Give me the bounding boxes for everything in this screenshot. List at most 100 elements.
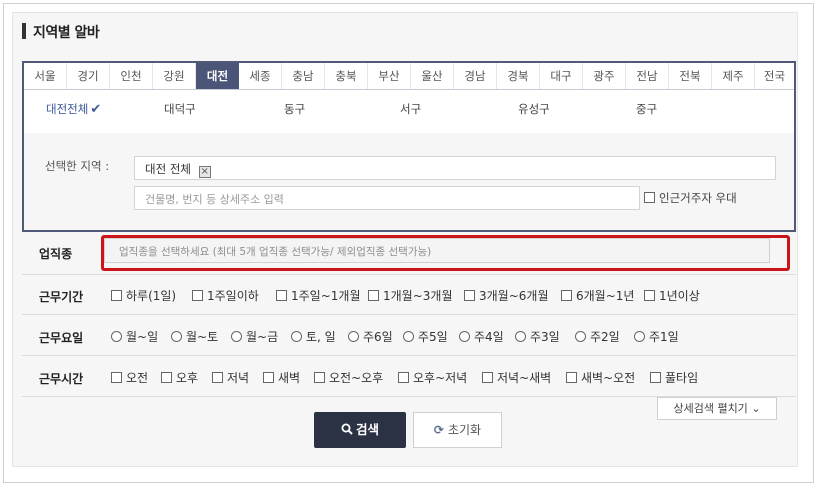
option-label: 월~토 [186,330,219,344]
radio-icon [634,331,645,342]
work-hours-option[interactable]: 저녁 [212,369,249,386]
work-days-option[interactable]: 주6일 [348,328,393,345]
work-period-option[interactable]: 1주일~1개월 [276,287,361,304]
checkbox-icon [650,372,661,383]
work-days-option[interactable]: 주4일 [459,328,504,345]
highlight-box [101,235,790,271]
work-hours-option[interactable]: 풀타임 [650,369,698,386]
tab-region[interactable]: 전남 [626,63,669,89]
work-days-option[interactable]: 주1일 [634,328,679,345]
tab-region[interactable]: 충북 [325,63,368,89]
refresh-icon: ⟳ [433,423,444,437]
option-label: 저녁 [227,371,250,385]
district-list: 대전전체 ✔ 대덕구 동구 서구 유성구 중구 [24,101,794,121]
work-days-option[interactable]: 주2일 [575,328,620,345]
work-days-option[interactable]: 월~일 [111,328,158,345]
checkbox-icon [276,290,287,301]
option-label: 풀타임 [665,371,699,385]
search-label: 검색 [355,422,379,437]
option-label: 주3일 [530,330,560,344]
work-hours-option[interactable]: 오전~오후 [314,369,383,386]
tab-region[interactable]: 경북 [497,63,540,89]
work-days-option[interactable]: 주3일 [515,328,560,345]
option-label: 월~일 [126,330,159,344]
work-period-option[interactable]: 하루(1일) [111,287,176,304]
work-hours-option[interactable]: 저녁~새벽 [482,369,551,386]
tab-region[interactable]: 부산 [368,63,411,89]
work-period-option[interactable]: 6개월~1년 [561,287,634,304]
district-item[interactable]: 동구 [284,101,305,117]
region-tabs: 서울 경기 인천 강원 대전 세종 충남 충북 부산 울산 경남 경북 대구 광… [24,63,794,90]
tab-region[interactable]: 경남 [454,63,497,89]
checkbox-icon [566,372,577,383]
work-hours-row: 근무시간 오전 오후 저녁 새벽 오전~오후 오후~저녁 저녁~새벽 새벽~오전… [22,356,796,397]
option-label: 주1일 [649,330,679,344]
remove-icon[interactable]: × [198,166,211,178]
tab-region[interactable]: 제주 [712,63,755,89]
checkbox-icon [161,372,172,383]
tab-region[interactable]: 서울 [24,63,67,89]
reset-label: 초기화 [447,423,482,437]
district-label: 대전전체 [46,102,89,116]
work-days-label: 근무요일 [39,331,84,345]
tab-region[interactable]: 충남 [282,63,325,89]
work-hours-option[interactable]: 새벽~오전 [566,369,635,386]
checkbox-icon [644,290,655,301]
work-period-option[interactable]: 1주일이하 [192,287,259,304]
checkbox-icon [561,290,572,301]
work-hours-option[interactable]: 오후~저녁 [398,369,467,386]
work-days-option[interactable]: 월~금 [231,328,278,345]
tab-region[interactable]: 강원 [153,63,196,89]
district-item[interactable]: 유성구 [518,101,550,117]
district-item[interactable]: 대덕구 [164,101,196,117]
checkbox-icon [398,372,409,383]
tab-region[interactable]: 세종 [239,63,282,89]
option-label: 1개월~3개월 [383,289,453,303]
selected-region-field: 대전 전체 × [134,156,776,180]
radio-icon [348,331,359,342]
checkbox-icon [212,372,223,383]
tab-region[interactable]: 경기 [67,63,110,89]
advanced-search-button[interactable]: 상세검색 펼치기 ⌄ [657,397,777,420]
nearby-resident-checkbox[interactable]: 인근거주자 우대 [644,190,737,206]
work-days-option[interactable]: 토, 일 [291,328,336,345]
tab-region[interactable]: 울산 [411,63,454,89]
work-period-option[interactable]: 1년이상 [644,287,700,304]
checkbox-icon [464,290,475,301]
checkmark-icon: ✔ [90,102,102,117]
tab-region[interactable]: 광주 [583,63,626,89]
advanced-search-label: 상세검색 펼치기 [673,402,748,415]
district-item[interactable]: 중구 [636,101,657,117]
radio-icon [231,331,242,342]
work-hours-option[interactable]: 오후 [161,369,198,386]
search-button[interactable]: 검색 [314,412,406,448]
checkbox-icon [482,372,493,383]
work-days-option[interactable]: 주5일 [403,328,448,345]
tab-region[interactable]: 전북 [669,63,712,89]
job-type-label: 업직종 [39,247,73,261]
option-label: 주5일 [418,330,448,344]
tab-region-active[interactable]: 대전 [196,63,239,89]
work-days-option[interactable]: 월~토 [171,328,218,345]
radio-icon [515,331,526,342]
tab-region[interactable]: 인천 [110,63,153,89]
checkbox-icon [368,290,379,301]
radio-icon [171,331,182,342]
selected-region-tag: 대전 전체 [145,162,191,176]
option-label: 하루(1일) [126,289,177,303]
work-period-option[interactable]: 1개월~3개월 [368,287,453,304]
option-label: 오후 [176,371,199,385]
reset-button[interactable]: ⟳ 초기화 [413,412,502,448]
district-item[interactable]: 서구 [400,101,421,117]
page-title: 지역별 알바 [33,25,100,41]
search-icon [341,423,353,435]
work-period-option[interactable]: 3개월~6개월 [464,287,549,304]
option-label: 주2일 [590,330,620,344]
radio-icon [459,331,470,342]
tab-region[interactable]: 대구 [540,63,583,89]
address-input[interactable]: 건물명, 번지 등 상세주소 입력 [134,186,640,210]
work-hours-option[interactable]: 새벽 [263,369,300,386]
tab-region[interactable]: 전국 [755,63,794,89]
work-hours-option[interactable]: 오전 [111,369,148,386]
district-item-active[interactable]: 대전전체 ✔ [46,101,101,117]
